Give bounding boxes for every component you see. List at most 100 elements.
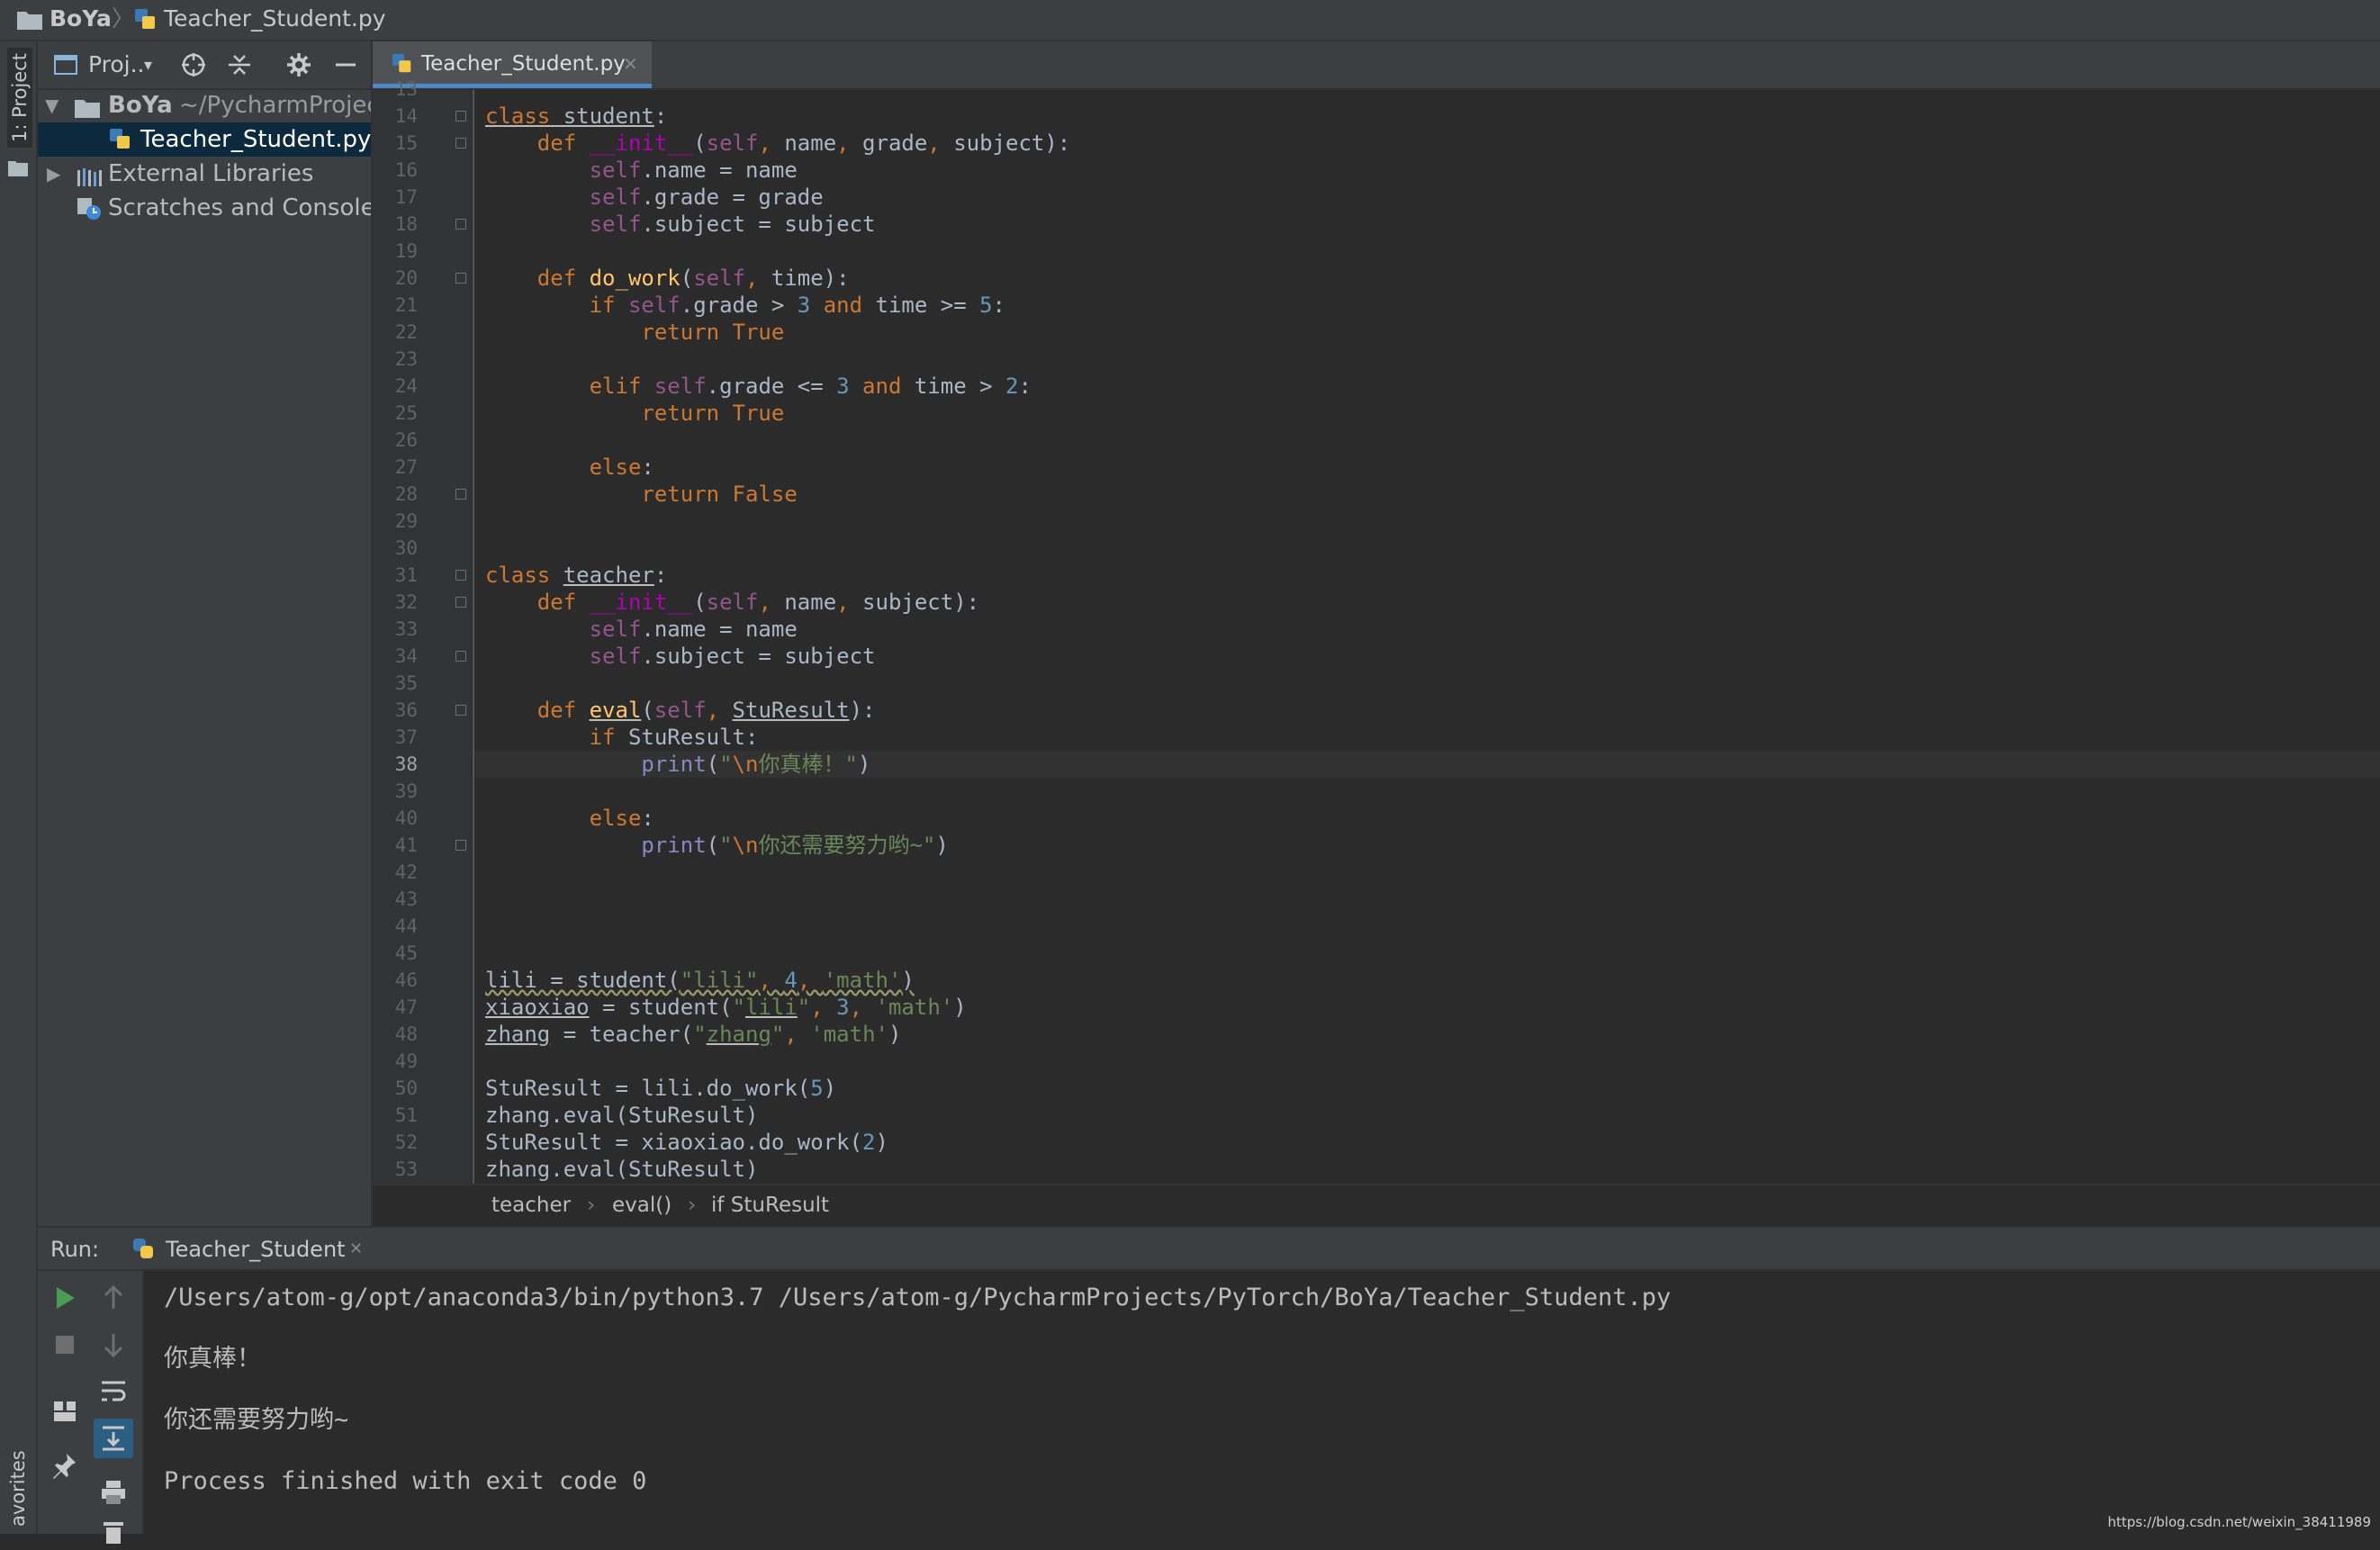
breadcrumb-item-eval[interactable]: eval() xyxy=(612,1185,672,1226)
code-token: grade xyxy=(862,131,928,156)
code-token: zhang.eval(StuResult) xyxy=(485,1103,759,1128)
line-number: 31 xyxy=(394,564,418,586)
pin-icon[interactable] xyxy=(47,1447,83,1483)
locate-icon[interactable] xyxy=(176,47,212,83)
code-token: self xyxy=(589,644,642,669)
line-number: 42 xyxy=(394,861,418,883)
line-number: 50 xyxy=(394,1077,418,1099)
code-token: " xyxy=(693,1022,707,1047)
code-line: self.subject = subject xyxy=(485,643,876,670)
project-toolbar: Proj.. ▾ xyxy=(38,41,371,90)
tree-item-scratches[interactable]: Scratches and Consoles xyxy=(38,191,371,225)
line-number: 19 xyxy=(394,240,418,262)
code-token: : xyxy=(992,293,1005,318)
fold-marker-icon[interactable] xyxy=(455,570,466,581)
expand-arrow-icon[interactable]: ▼ xyxy=(45,88,59,122)
fold-marker-icon[interactable] xyxy=(455,111,466,122)
project-view-icon xyxy=(54,54,77,79)
run-toolbar xyxy=(38,1271,144,1544)
fold-marker-icon[interactable] xyxy=(455,840,466,851)
code-token: do_work xyxy=(589,266,681,291)
trash-icon[interactable] xyxy=(95,1514,131,1550)
navigation-bar: BoYa 〉 Teacher_Student.py xyxy=(0,0,2380,41)
close-icon[interactable]: ✕ xyxy=(623,50,638,78)
code-token: zhang.eval(StuResult) xyxy=(485,1157,759,1182)
code-line: self.subject = subject xyxy=(485,211,876,238)
tree-item-project-root[interactable]: ▼ BoYa ~/PycharmProjec xyxy=(38,88,371,122)
code-token: .subject = subject xyxy=(641,644,876,669)
code-token: __init__ xyxy=(589,131,694,156)
code-token: ): xyxy=(849,698,876,723)
line-number: 40 xyxy=(394,807,418,829)
chevron-down-icon[interactable]: ▾ xyxy=(144,50,152,81)
nav-project-crumb[interactable]: BoYa xyxy=(50,4,112,34)
hide-panel-icon[interactable] xyxy=(328,47,364,83)
stop-icon[interactable] xyxy=(47,1327,83,1363)
code-editor[interactable]: class student: def __init__(self, name, … xyxy=(474,90,2380,1184)
code-line: return True xyxy=(485,319,784,346)
soft-wrap-icon[interactable] xyxy=(95,1374,131,1410)
code-token: ) xyxy=(935,833,949,858)
up-arrow-icon[interactable] xyxy=(95,1280,131,1316)
code-token: def xyxy=(536,131,590,156)
project-view-dropdown[interactable]: Proj.. xyxy=(88,50,145,80)
favorites-tool-tab[interactable]: avorites xyxy=(7,1450,29,1527)
line-number: 44 xyxy=(394,915,418,937)
console-exit-line: Process finished with exit code 0 xyxy=(164,1467,647,1495)
fold-marker-icon[interactable] xyxy=(455,705,466,716)
run-tab-label[interactable]: Teacher_Student xyxy=(166,1235,346,1264)
code-token: zhang xyxy=(485,1022,551,1047)
tree-item-external-libraries[interactable]: ▶ External Libraries xyxy=(38,157,371,191)
scroll-to-end-icon[interactable] xyxy=(94,1419,133,1458)
breadcrumb-item-teacher[interactable]: teacher xyxy=(491,1185,571,1226)
code-line: print("\n你还需要努力哟~") xyxy=(485,832,949,859)
code-line: class teacher: xyxy=(485,562,667,589)
breadcrumb-item-if[interactable]: if StuResult xyxy=(711,1185,829,1226)
code-token: ( xyxy=(693,131,707,156)
line-number: 30 xyxy=(394,537,418,559)
run-console-output[interactable]: /Users/atom-g/opt/anaconda3/bin/python3.… xyxy=(144,1271,2380,1534)
code-token: = teacher( xyxy=(550,1022,694,1047)
line-number: 13 xyxy=(394,78,418,100)
fold-marker-icon[interactable] xyxy=(455,138,466,149)
fold-marker-icon[interactable] xyxy=(455,597,466,608)
down-arrow-icon[interactable] xyxy=(95,1327,131,1363)
code-line: return True xyxy=(485,400,784,427)
fold-marker-icon[interactable] xyxy=(455,219,466,230)
tree-item-python-file[interactable]: Teacher_Student.py xyxy=(38,122,371,157)
code-token: , xyxy=(836,131,863,156)
close-icon[interactable]: ✕ xyxy=(349,1235,363,1264)
nav-file-crumb[interactable]: Teacher_Student.py xyxy=(164,4,386,34)
code-token: ( xyxy=(706,752,720,777)
fold-marker-icon[interactable] xyxy=(455,489,466,500)
line-number: 33 xyxy=(394,618,418,640)
collapse-all-icon[interactable] xyxy=(221,47,257,83)
print-icon[interactable] xyxy=(95,1474,131,1510)
line-number: 51 xyxy=(394,1104,418,1126)
nav-separator: 〉 xyxy=(112,5,135,32)
code-token: " xyxy=(732,995,745,1020)
code-token: self xyxy=(706,131,759,156)
code-line: StuResult = lili.do_work(5) xyxy=(485,1075,836,1102)
line-number: 14 xyxy=(394,105,418,127)
code-line: def eval(self, StuResult): xyxy=(485,697,876,724)
fold-marker-icon[interactable] xyxy=(455,651,466,662)
run-icon[interactable] xyxy=(47,1280,83,1316)
code-token: 'math' xyxy=(875,995,954,1020)
gear-icon[interactable] xyxy=(281,47,317,83)
code-token: .subject = subject xyxy=(641,212,876,237)
expand-arrow-icon[interactable]: ▶ xyxy=(47,157,60,191)
line-number: 21 xyxy=(394,294,418,316)
line-number: 49 xyxy=(394,1050,418,1072)
code-token: StuResult: xyxy=(627,725,759,750)
layout-icon[interactable] xyxy=(47,1393,83,1429)
fold-marker-icon[interactable] xyxy=(455,273,466,284)
project-tool-tab[interactable]: 1: Project xyxy=(7,48,32,148)
code-token: self xyxy=(627,293,681,318)
